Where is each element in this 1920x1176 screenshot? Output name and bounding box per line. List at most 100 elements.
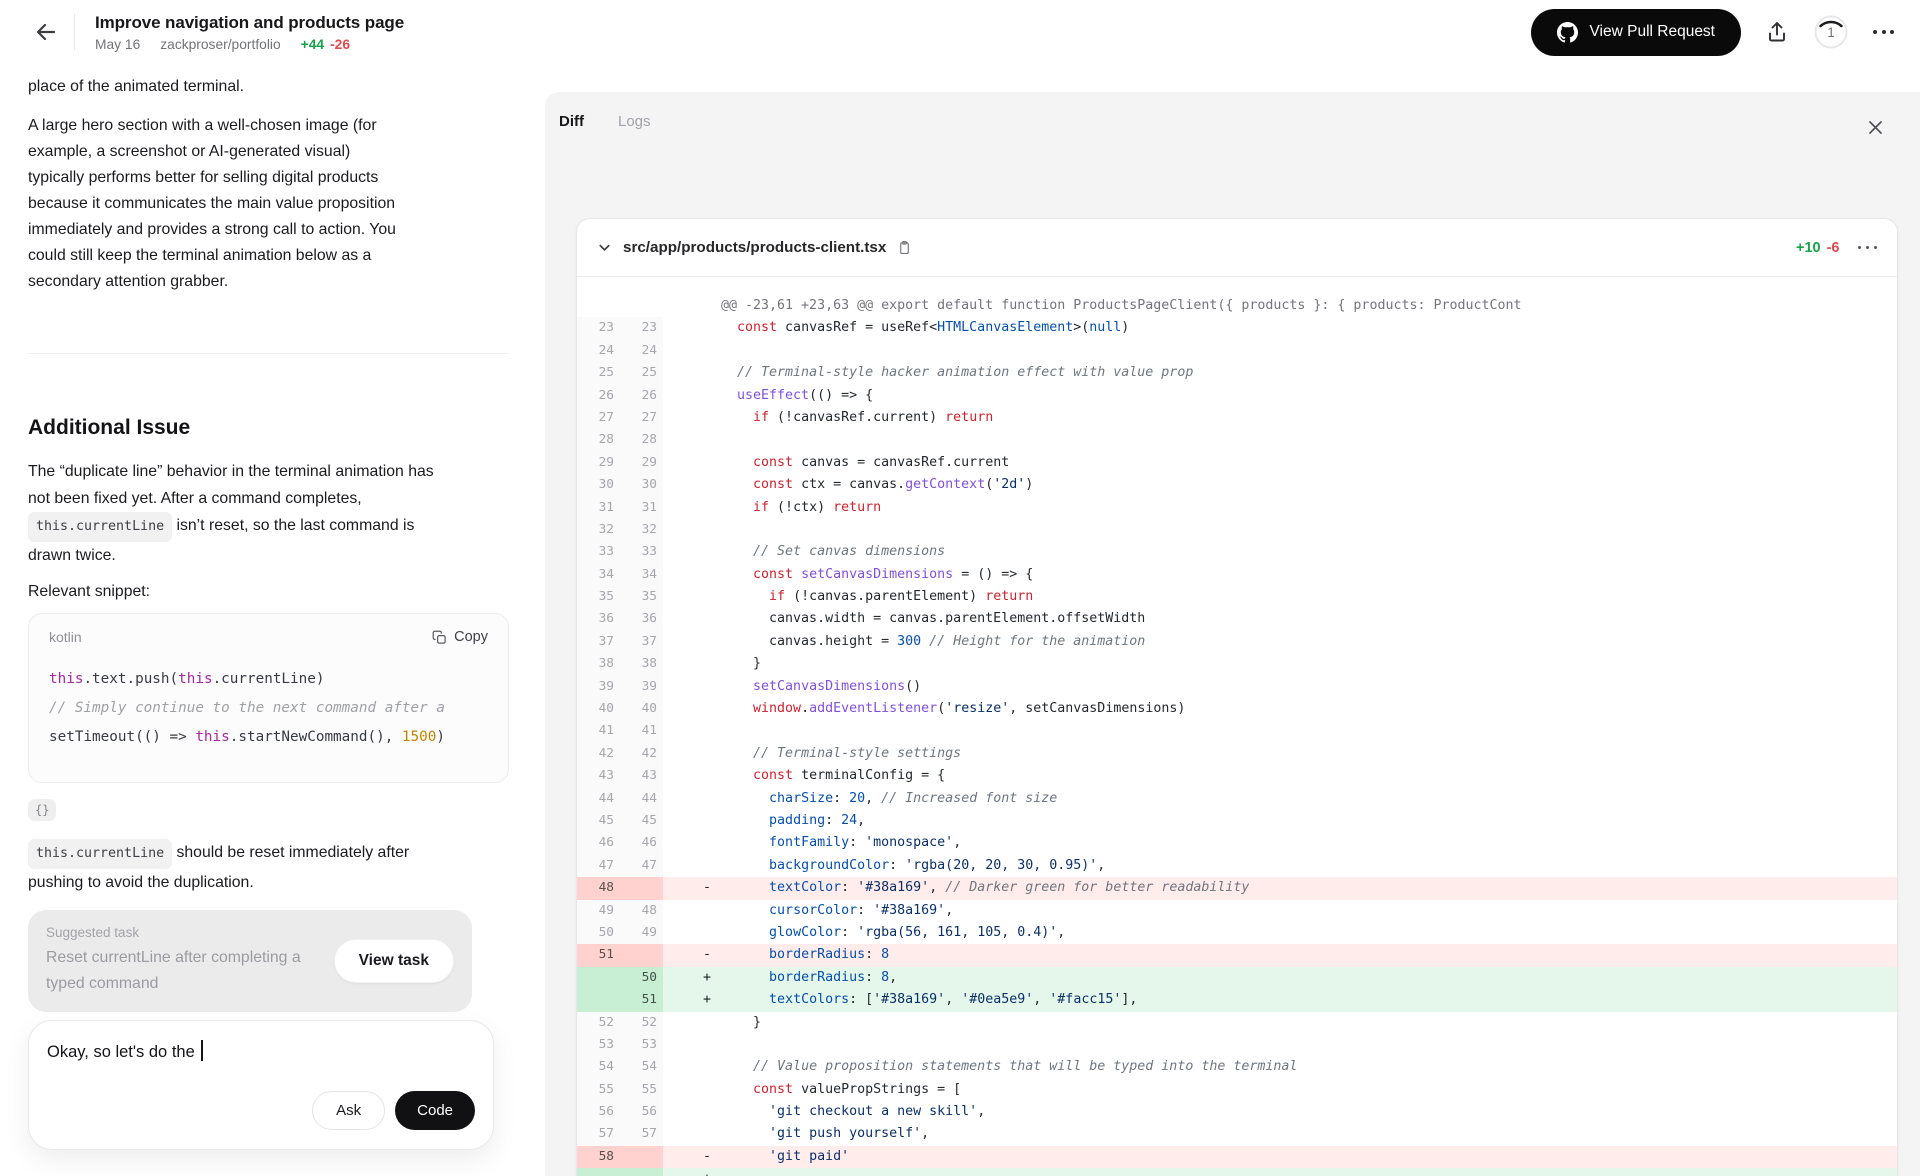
session-count-badge[interactable]: 1 (1813, 14, 1849, 50)
diff-row: 5252 } (577, 1012, 1897, 1034)
diff-row: 2525 // Terminal-style hacker animation … (577, 362, 1897, 384)
deletions-count: -26 (330, 37, 350, 52)
diff-row: 5555 const valuePropStrings = [ (577, 1079, 1897, 1101)
diff-row: 48- textColor: '#38a169', // Darker gree… (577, 877, 1897, 899)
snippet-line: this.text.push(this.currentLine) (49, 665, 488, 694)
diff-row: 4444 charSize: 20, // Increased font siz… (577, 788, 1897, 810)
suggested-task-card: Suggested task Reset currentLine after c… (28, 910, 472, 1012)
badge-count-label: 1 (1813, 14, 1849, 50)
braces-badge: {} (28, 799, 56, 821)
inline-code-chip: this.currentLine (28, 512, 172, 542)
diff-row: 2727 if (!canvasRef.current) return (577, 407, 1897, 429)
snippet-card: kotlin Copy this.text.push(this.currentL… (28, 613, 509, 783)
share-button[interactable] (1765, 20, 1789, 44)
view-task-button[interactable]: View task (334, 939, 454, 983)
snippet-label: Relevant snippet: (28, 583, 509, 601)
file-header[interactable]: src/app/products/products-client.tsx +10… (577, 219, 1897, 277)
code-button[interactable]: Code (395, 1091, 475, 1130)
back-button[interactable] (26, 12, 66, 52)
snippet-line: // Simply continue to the next command a… (49, 694, 488, 723)
section-heading: Additional Issue (28, 416, 509, 440)
diff-row: 4141 (577, 720, 1897, 742)
chat-panel: place of the animated terminal. A large … (0, 64, 545, 1176)
suggested-task-title: Reset currentLine after completing a typ… (46, 945, 304, 997)
repo-name: zackproser/portfolio (160, 37, 280, 52)
diff-row: 3939 setCanvasDimensions() (577, 676, 1897, 698)
paragraph-top: place of the animated terminal. (28, 74, 410, 100)
diff-row: 2929 const canvas = canvasRef.current (577, 452, 1897, 474)
diff-row: 51- borderRadius: 8 (577, 944, 1897, 966)
diff-row: 51+ textColors: ['#38a169', '#0ea5e9', '… (577, 989, 1897, 1011)
copy-icon (432, 630, 447, 645)
diff-row: 4646 fontFamily: 'monospace', (577, 832, 1897, 854)
file-menu-button[interactable] (1858, 246, 1878, 250)
copy-label: Copy (454, 629, 488, 645)
diff-row: 4242 // Terminal-style settings (577, 743, 1897, 765)
diff-row: 3030 const ctx = canvas.getContext('2d') (577, 474, 1897, 496)
session-date: May 16 (95, 37, 140, 52)
additions-count: +44 (301, 37, 324, 52)
reset-paragraph: this.currentLine should be reset immedia… (28, 839, 456, 896)
app-root: Improve navigation and products page May… (0, 0, 1920, 1176)
title-block: Improve navigation and products page May… (95, 13, 404, 52)
tab-diff[interactable]: Diff (559, 113, 584, 130)
diff-panel: Diff Logs src/app/products/products-clie… (545, 0, 1920, 1176)
view-pull-request-button[interactable]: View Pull Request (1531, 9, 1741, 56)
chat-draft-text: Okay, so let's do the (47, 1043, 199, 1061)
ellipsis-icon (1873, 30, 1894, 34)
diff-row: 5656 'git checkout a new skill', (577, 1101, 1897, 1123)
chevron-down-icon[interactable] (597, 240, 612, 255)
tab-logs[interactable]: Logs (618, 113, 651, 130)
diff-row: 3838 } (577, 653, 1897, 675)
diff-row: 5049 glowColor: 'rgba(56, 161, 105, 0.4)… (577, 922, 1897, 944)
file-card: src/app/products/products-client.tsx +10… (576, 218, 1898, 1176)
diff-row: 2828 (577, 429, 1897, 451)
diff-row: 3232 (577, 519, 1897, 541)
copy-button[interactable]: Copy (432, 629, 488, 645)
snippet-line: setTimeout(() => this.startNewCommand(),… (49, 723, 488, 752)
diff-row: 2323 const canvasRef = useRef<HTMLCanvas… (577, 317, 1897, 339)
close-icon (1866, 118, 1885, 137)
share-icon (1765, 20, 1789, 44)
diff-row: 2626 useEffect(() => { (577, 385, 1897, 407)
snippet-code: this.text.push(this.currentLine)// Simpl… (49, 665, 488, 752)
diff-row: 50+ borderRadius: 8, (577, 967, 1897, 989)
text-cursor (201, 1040, 203, 1061)
diff-row: 2424 (577, 340, 1897, 362)
diff-row: 5353 (577, 1034, 1897, 1056)
suggested-task-label: Suggested task (46, 925, 454, 940)
file-path: src/app/products/products-client.tsx (623, 239, 886, 256)
file-additions: +10 (1796, 240, 1821, 256)
diff-hunk-row: @@ -23,61 +23,63 @@ export default funct… (577, 295, 1897, 317)
close-button[interactable] (1858, 110, 1892, 144)
snippet-language-label: kotlin (49, 629, 82, 645)
diffstat: +44 -26 (301, 37, 350, 52)
overflow-menu-button[interactable] (1873, 30, 1894, 34)
diff-panel-surface: Diff Logs src/app/products/products-clie… (545, 92, 1920, 1176)
github-icon (1557, 22, 1578, 43)
file-deletions: -6 (1827, 240, 1840, 256)
diff-row: 58- 'git paid' (577, 1146, 1897, 1168)
paragraph-hero: A large hero section with a well-chosen … (28, 113, 410, 295)
diff-row: 3434 const setCanvasDimensions = () => { (577, 564, 1897, 586)
ellipsis-icon (1858, 246, 1878, 250)
page-title: Improve navigation and products page (95, 13, 404, 33)
diff-row: 3131 if (!ctx) return (577, 497, 1897, 519)
header: Improve navigation and products page May… (0, 0, 1920, 64)
diff-row: 4948 cursorColor: '#38a169', (577, 900, 1897, 922)
clipboard-icon[interactable] (897, 240, 912, 255)
chat-input-card: Okay, so let's do the Ask Code (28, 1020, 494, 1150)
diff-row: 3636 canvas.width = canvas.parentElement… (577, 608, 1897, 630)
view-pull-request-label: View Pull Request (1589, 23, 1715, 41)
chat-input[interactable]: Okay, so let's do the (47, 1040, 475, 1062)
header-divider (74, 14, 75, 50)
diff-row: 3737 canvas.height = 300 // Height for t… (577, 631, 1897, 653)
file-diffstat: +10 -6 (1796, 240, 1840, 256)
diff-row: 3333 // Set canvas dimensions (577, 541, 1897, 563)
diff-rows: @@ -23,61 +23,63 @@ export default funct… (577, 277, 1897, 1176)
inline-code-chip: this.currentLine (28, 839, 172, 869)
diff-row: 3535 if (!canvas.parentElement) return (577, 586, 1897, 608)
ask-button[interactable]: Ask (312, 1091, 385, 1130)
issue-paragraph: The “duplicate line” behavior in the ter… (28, 458, 440, 569)
diff-row: 4747 backgroundColor: 'rgba(20, 20, 30, … (577, 855, 1897, 877)
